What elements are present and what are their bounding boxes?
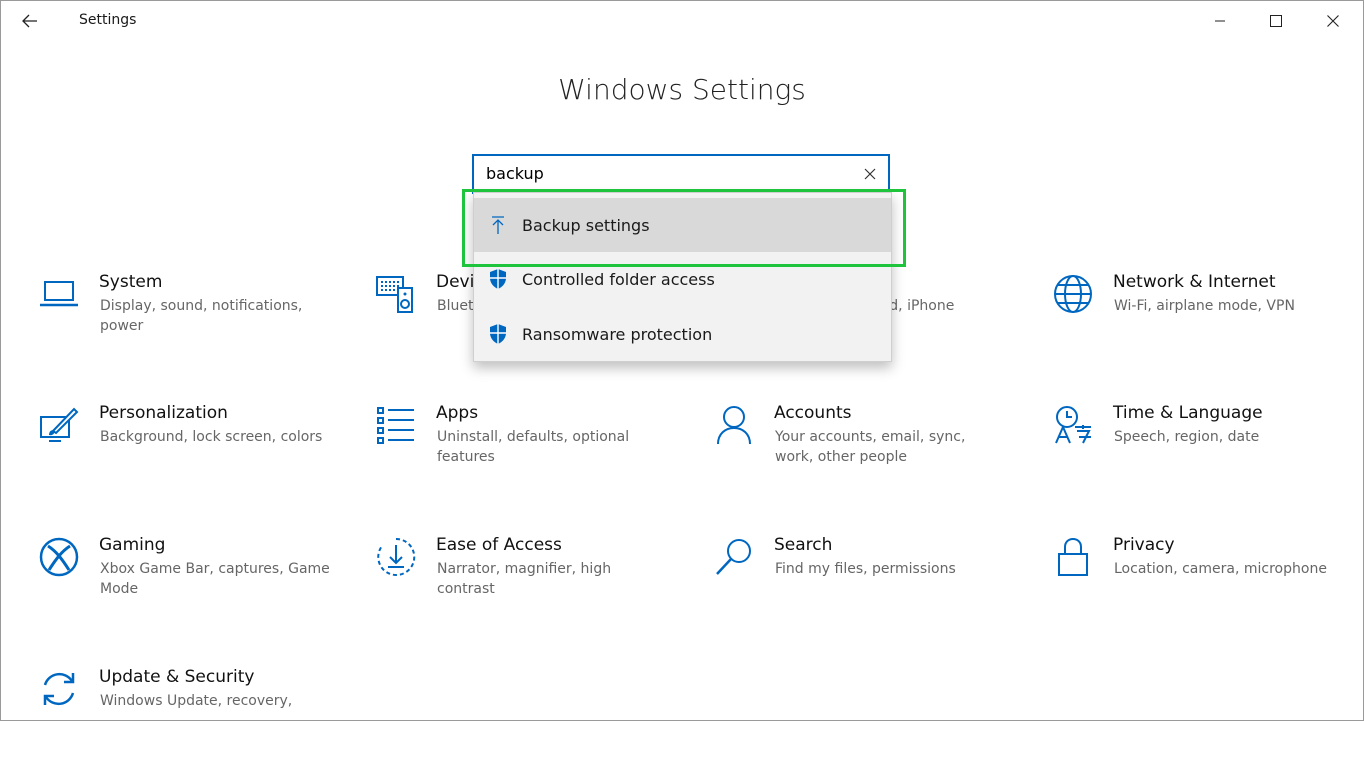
shield-icon: [474, 268, 522, 290]
shield-icon: [474, 323, 522, 345]
tile-name: Gaming: [99, 535, 166, 555]
paint-brush-icon: [37, 403, 81, 447]
time-language-icon: [1051, 403, 1095, 447]
tile-description: Wi-Fi, airplane mode, VPN: [1114, 298, 1295, 314]
tile-accounts[interactable]: Accounts Your accounts, email, sync, work…: [712, 403, 1012, 513]
maximize-button[interactable]: [1248, 0, 1304, 42]
tile-description: Uninstall, defaults, optional features: [437, 429, 630, 465]
keyboard-speaker-icon: [374, 272, 418, 316]
suggestion-ransomware-protection[interactable]: Ransomware protection: [474, 307, 891, 361]
tile-name: Apps: [436, 403, 479, 423]
close-icon: [1327, 15, 1339, 27]
sync-icon: [37, 667, 81, 711]
tile-description: Your accounts, email, sync, work, other …: [775, 429, 966, 465]
tile-name: Personalization: [99, 403, 228, 423]
tile-name: Accounts: [774, 403, 852, 423]
tile-description: Find my files, permissions: [775, 561, 956, 577]
search-input[interactable]: [486, 160, 846, 186]
page-title: Windows Settings: [558, 73, 806, 106]
maximize-icon: [1270, 15, 1282, 27]
tile-name: Time & Language: [1113, 403, 1263, 423]
search-box[interactable]: [472, 154, 890, 194]
tile-description: Background, lock screen, colors: [100, 429, 323, 445]
minimize-button[interactable]: [1192, 0, 1248, 42]
tile-description: Display, sound, notifications, power: [100, 298, 303, 334]
tile-gaming[interactable]: Gaming Xbox Game Bar, captures, Game Mode: [37, 535, 337, 645]
tile-name: Network & Internet: [1113, 272, 1276, 292]
tile-description: Speech, region, date: [1114, 429, 1260, 445]
tile-description: Narrator, magnifier, high contrast: [437, 561, 612, 597]
laptop-icon: [37, 272, 81, 316]
lock-icon: [1051, 535, 1095, 579]
tile-time-language[interactable]: Time & Language Speech, region, date: [1051, 403, 1351, 513]
tile-ease-of-access[interactable]: Ease of Access Narrator, magnifier, high …: [374, 535, 674, 645]
xbox-icon: [37, 535, 81, 579]
tile-name: Search: [774, 535, 833, 555]
search-suggestions: Backup settings Controlled folder access…: [473, 192, 892, 362]
window-title: Settings: [79, 12, 137, 28]
suggestion-controlled-folder-access[interactable]: Controlled folder access: [474, 252, 891, 306]
person-icon: [712, 403, 756, 447]
tile-name: Update & Security: [99, 667, 255, 687]
tile-update-security[interactable]: Update & Security Windows Update, recover…: [37, 667, 337, 777]
suggestion-label: Backup settings: [522, 215, 650, 235]
suggestion-label: Ransomware protection: [522, 324, 713, 344]
search-icon: [712, 535, 756, 579]
back-arrow-icon: [22, 14, 37, 28]
tile-apps[interactable]: Apps Uninstall, defaults, optional featur…: [374, 403, 674, 513]
close-button[interactable]: [1305, 0, 1361, 42]
tile-name: Ease of Access: [436, 535, 562, 555]
ease-of-access-icon: [374, 535, 418, 579]
tile-description: Location, camera, microphone: [1114, 561, 1327, 577]
title-bar: Settings: [0, 0, 1364, 42]
minimize-icon: [1215, 20, 1225, 22]
back-button[interactable]: [12, 5, 48, 37]
tile-privacy[interactable]: Privacy Location, camera, microphone: [1051, 535, 1351, 645]
clear-search-button[interactable]: [858, 162, 882, 186]
tile-description: Windows Update, recovery,: [100, 693, 293, 709]
suggestion-label: Controlled folder access: [522, 269, 715, 289]
upload-arrow-icon: [474, 215, 522, 235]
tile-system[interactable]: System Display, sound, notifications, pow…: [37, 272, 337, 382]
tile-name: Privacy: [1113, 535, 1175, 555]
apps-list-icon: [374, 403, 418, 447]
tile-name: System: [99, 272, 163, 292]
tile-description: Xbox Game Bar, captures, Game Mode: [100, 561, 330, 597]
tile-network-internet[interactable]: Network & Internet Wi-Fi, airplane mode, …: [1051, 272, 1351, 382]
suggestion-backup-settings[interactable]: Backup settings: [474, 198, 891, 252]
clear-icon: [864, 168, 876, 180]
globe-icon: [1051, 272, 1095, 316]
tile-personalization[interactable]: Personalization Background, lock screen, …: [37, 403, 337, 513]
tile-search[interactable]: Search Find my files, permissions: [712, 535, 1012, 645]
